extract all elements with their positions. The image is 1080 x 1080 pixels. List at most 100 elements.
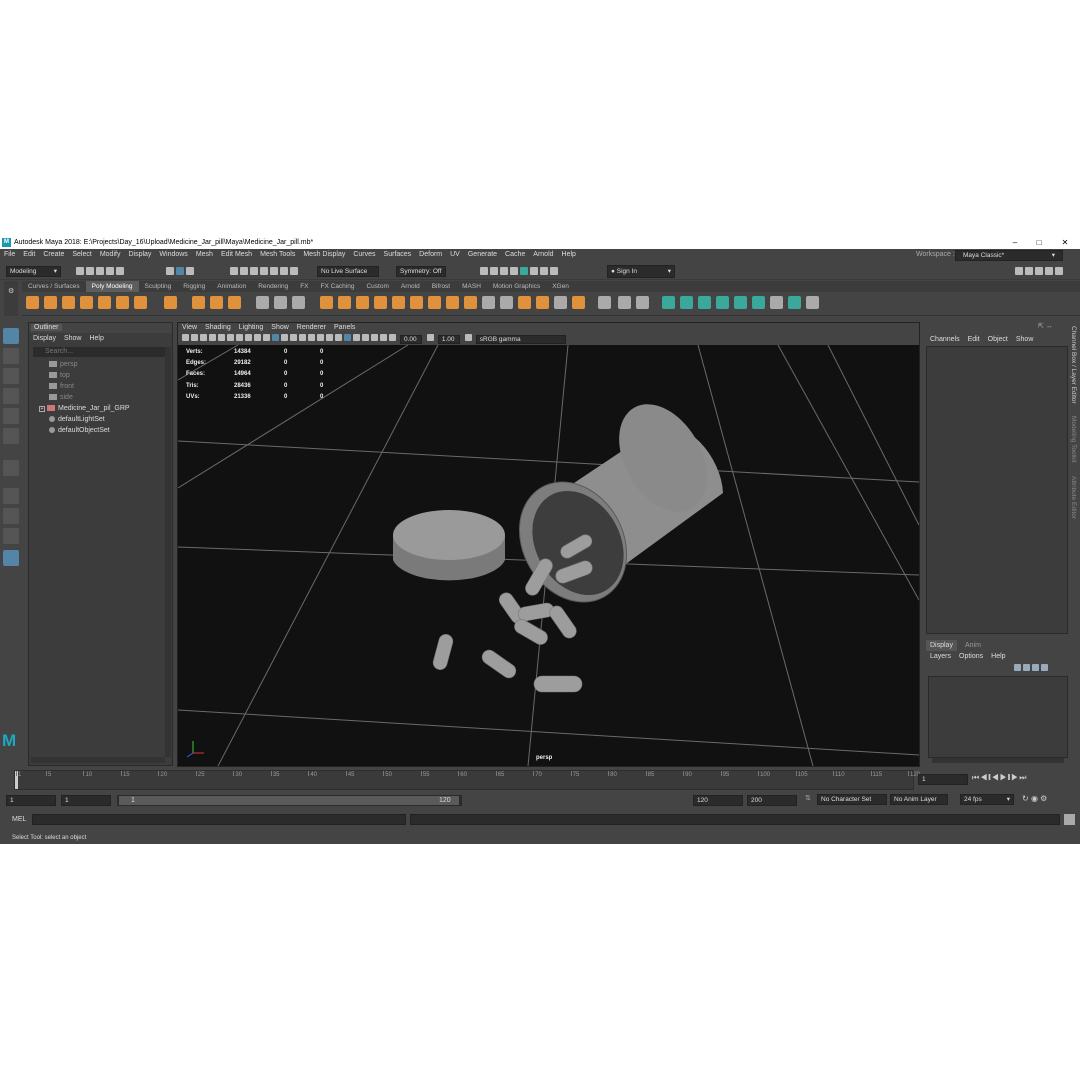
outliner-menu-help[interactable]: Help bbox=[85, 333, 107, 344]
uv-planar-icon[interactable] bbox=[662, 296, 675, 309]
outliner-hscrollbar[interactable] bbox=[31, 757, 165, 763]
textured-icon[interactable] bbox=[299, 334, 306, 341]
outliner-scrollbar[interactable] bbox=[165, 347, 171, 757]
combine-icon[interactable] bbox=[256, 296, 269, 309]
move-layer-up-icon[interactable] bbox=[1014, 664, 1021, 671]
go-to-start-icon[interactable]: ⏮ bbox=[972, 773, 980, 782]
grid-icon[interactable] bbox=[218, 334, 225, 341]
super-shape-icon[interactable] bbox=[192, 296, 205, 309]
move-tool-icon[interactable] bbox=[3, 388, 19, 404]
menu-cache[interactable]: Cache bbox=[501, 249, 529, 261]
menu-set-dropdown[interactable]: Modeling ▾ bbox=[6, 266, 61, 277]
wireframe-on-shaded-icon[interactable] bbox=[290, 334, 297, 341]
select-hierarchy-icon[interactable] bbox=[166, 267, 174, 275]
side-tab-channel-box[interactable]: Channel Box / Layer Editor bbox=[1070, 326, 1077, 404]
ipr-render-icon[interactable] bbox=[490, 267, 498, 275]
viewport-menu-view[interactable]: View bbox=[178, 323, 201, 333]
bridge-icon[interactable] bbox=[374, 296, 387, 309]
outliner-item-persp[interactable]: persp bbox=[49, 359, 78, 370]
open-scene-icon[interactable] bbox=[86, 267, 94, 275]
outliner-item-top[interactable]: top bbox=[49, 370, 70, 381]
duplicate-face-icon[interactable] bbox=[572, 296, 585, 309]
shelf-tab-rigging[interactable]: Rigging bbox=[177, 281, 211, 292]
sign-in-button[interactable]: ● Sign In ▾ bbox=[607, 265, 675, 278]
layer-editor-icon[interactable] bbox=[1055, 267, 1063, 275]
tool-settings-icon[interactable] bbox=[1035, 267, 1043, 275]
save-scene-icon[interactable] bbox=[96, 267, 104, 275]
shadows-icon[interactable] bbox=[317, 334, 324, 341]
menu-mesh-tools[interactable]: Mesh Tools bbox=[256, 249, 299, 261]
fps-dropdown[interactable]: 24 fps ▾ bbox=[960, 794, 1014, 805]
xray-icon[interactable] bbox=[362, 334, 369, 341]
extrude-icon[interactable] bbox=[338, 296, 351, 309]
mirror-icon[interactable] bbox=[482, 296, 495, 309]
uv-layout-icon[interactable] bbox=[752, 296, 765, 309]
channel-menu-channels[interactable]: Channels bbox=[926, 334, 964, 345]
animation-preferences-icon[interactable]: ⚙ bbox=[1040, 794, 1047, 803]
xray-joints-icon[interactable] bbox=[371, 334, 378, 341]
pause-icon[interactable] bbox=[550, 267, 558, 275]
select-object-icon[interactable] bbox=[176, 267, 184, 275]
outliner-layout-icon[interactable] bbox=[3, 550, 19, 566]
exposure-field[interactable]: 0.00 bbox=[399, 335, 422, 344]
menu-select[interactable]: Select bbox=[68, 249, 95, 261]
mel-label[interactable]: MEL bbox=[12, 815, 26, 825]
shelf-tab-xgen[interactable]: XGen bbox=[546, 281, 575, 292]
viewport-menu-panels[interactable]: Panels bbox=[330, 323, 359, 333]
insert-loop-icon[interactable] bbox=[636, 296, 649, 309]
shelf-tab-sculpting[interactable]: Sculpting bbox=[139, 281, 178, 292]
snap-curve-icon[interactable] bbox=[240, 267, 248, 275]
image-plane-icon[interactable] bbox=[209, 334, 216, 341]
pin-icon[interactable]: ⇱ bbox=[1038, 323, 1044, 330]
poly-plane-icon[interactable] bbox=[116, 296, 129, 309]
menu-arnold[interactable]: Arnold bbox=[529, 249, 557, 261]
viewport-menu-renderer[interactable]: Renderer bbox=[293, 323, 330, 333]
soften-edge-icon[interactable] bbox=[598, 296, 611, 309]
snap-grid-icon[interactable] bbox=[230, 267, 238, 275]
poly-torus-icon[interactable] bbox=[98, 296, 111, 309]
lights-icon[interactable] bbox=[308, 334, 315, 341]
gamma-icon[interactable] bbox=[426, 334, 434, 341]
gamma-field[interactable]: 1.00 bbox=[437, 335, 460, 344]
film-gate-icon[interactable] bbox=[227, 334, 234, 341]
channel-menu-show[interactable]: Show bbox=[1012, 334, 1038, 345]
isolate-select-icon[interactable] bbox=[353, 334, 360, 341]
modeling-toolkit-icon[interactable] bbox=[1015, 267, 1023, 275]
shelf-tab-custom[interactable]: Custom bbox=[360, 281, 394, 292]
shelf-tab-curves-surfaces[interactable]: Curves / Surfaces bbox=[22, 281, 86, 292]
menu-edit[interactable]: Edit bbox=[19, 249, 39, 261]
move-layer-down-icon[interactable] bbox=[1023, 664, 1030, 671]
character-set-icon[interactable]: ⇅ bbox=[805, 794, 811, 802]
current-frame-field[interactable]: 1 bbox=[918, 774, 968, 785]
smooth-shade-icon[interactable] bbox=[281, 334, 288, 341]
target-weld-icon[interactable] bbox=[410, 296, 423, 309]
outliner-item-light-set[interactable]: defaultLightSet bbox=[49, 414, 105, 425]
menu-deform[interactable]: Deform bbox=[415, 249, 446, 261]
wireframe-icon[interactable] bbox=[272, 334, 279, 341]
new-empty-layer-icon[interactable] bbox=[1032, 664, 1039, 671]
render-frame-icon[interactable] bbox=[480, 267, 488, 275]
go-to-end-icon[interactable]: ⏭ bbox=[1019, 773, 1027, 782]
center-pivot-icon[interactable] bbox=[292, 296, 305, 309]
layer-menu-help[interactable]: Help bbox=[987, 651, 1009, 662]
snap-surface-icon[interactable] bbox=[270, 267, 278, 275]
expand-icon[interactable]: + bbox=[39, 406, 45, 412]
attribute-editor-icon[interactable] bbox=[1025, 267, 1033, 275]
xray-components-icon[interactable] bbox=[380, 334, 387, 341]
maximize-icon[interactable]: □ bbox=[1028, 236, 1050, 249]
shelf-tab-mash[interactable]: MASH bbox=[456, 281, 487, 292]
motion-blur-icon[interactable] bbox=[335, 334, 342, 341]
arnold-render-icon[interactable] bbox=[530, 267, 538, 275]
viewport-menu-show[interactable]: Show bbox=[267, 323, 293, 333]
shelf-tab-animation[interactable]: Animation bbox=[211, 281, 252, 292]
menu-help[interactable]: Help bbox=[558, 249, 580, 261]
shelf-tab-bifrost[interactable]: Bifrost bbox=[426, 281, 456, 292]
outliner-menu-show[interactable]: Show bbox=[60, 333, 86, 344]
snap-pivot-icon[interactable] bbox=[290, 267, 298, 275]
uv-cut-icon[interactable] bbox=[788, 296, 801, 309]
bookmark-icon[interactable] bbox=[200, 334, 207, 341]
outliner-item-front[interactable]: front bbox=[49, 381, 74, 392]
poly-sphere-icon[interactable] bbox=[26, 296, 39, 309]
menu-display[interactable]: Display bbox=[124, 249, 155, 261]
smooth-icon[interactable] bbox=[320, 296, 333, 309]
